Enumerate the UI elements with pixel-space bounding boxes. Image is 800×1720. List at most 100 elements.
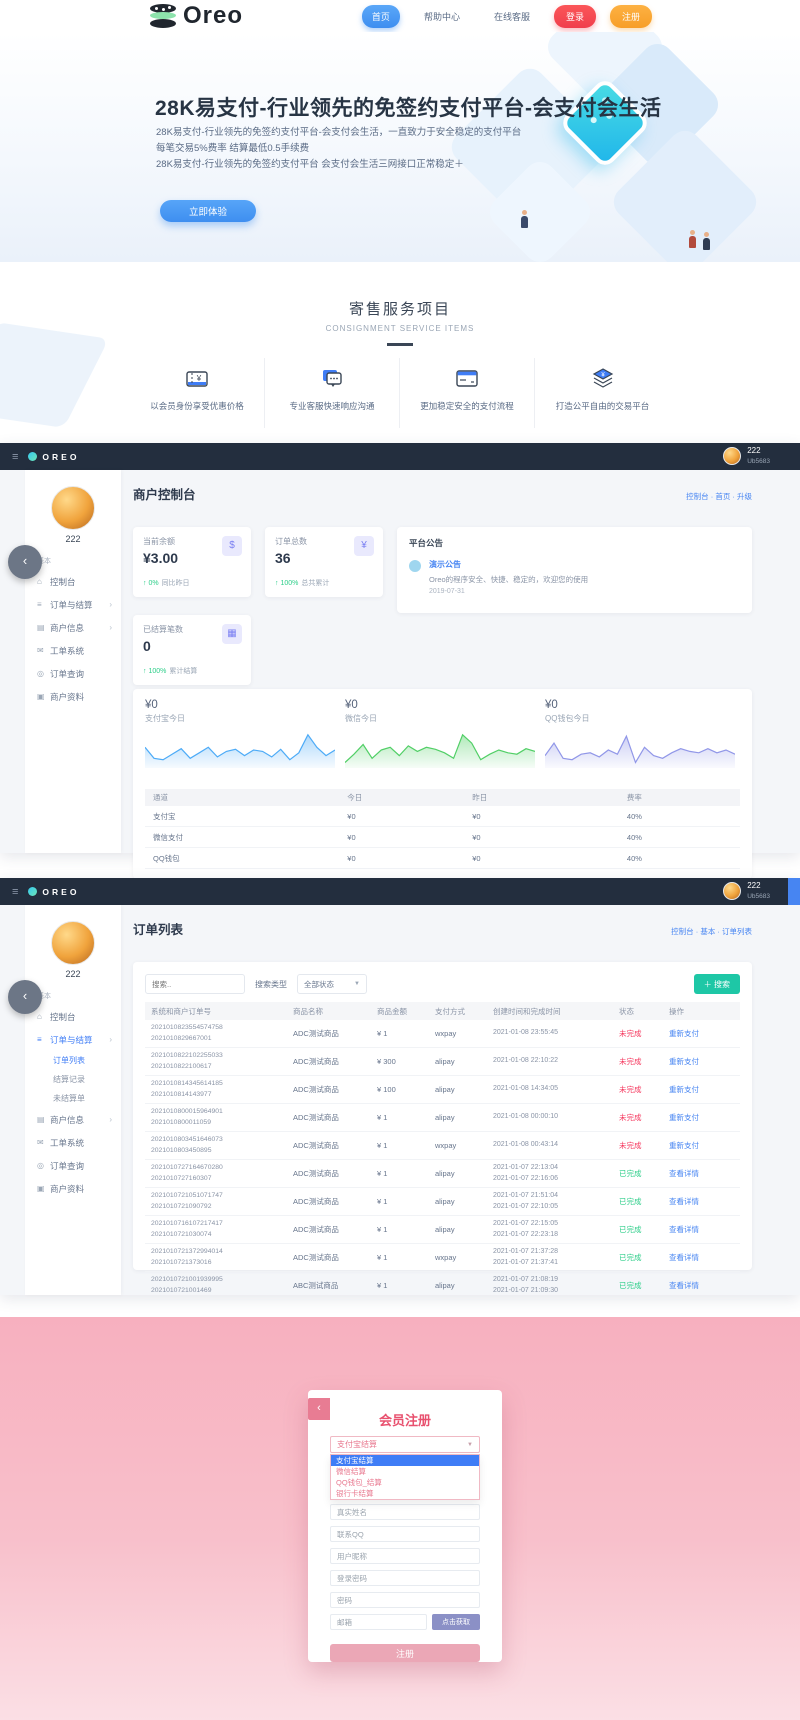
channel-row: 微信支付 ¥0 ¥0 40%	[145, 827, 740, 848]
card-icon	[456, 370, 478, 387]
sparkline-chart	[545, 734, 735, 768]
service-item[interactable]: 更加稳定安全的支付流程	[400, 358, 535, 428]
menu-item-icon: ⌂	[37, 577, 42, 586]
nav-link-在线客服[interactable]: 在线客服	[484, 5, 540, 28]
order-numbers: 2021010721051071747 2021010721090792	[145, 1191, 293, 1211]
register-input-密码[interactable]	[330, 1592, 480, 1608]
sidebar-subitem-结算记录[interactable]: 结算记录	[25, 1070, 121, 1089]
service-item[interactable]: ¥ 以会员身份享受优惠价格	[130, 358, 265, 428]
order-times: 2021-01-08 00:43:14	[493, 1140, 619, 1151]
order-action-link[interactable]: 查看详情	[669, 1252, 729, 1263]
nav-link-帮助中心[interactable]: 帮助中心	[414, 5, 470, 28]
nav-link-首页[interactable]: 首页	[361, 5, 400, 28]
menu-item-label: 订单与结算	[50, 1034, 93, 1045]
order-times: 2021-01-07 21:51:04 2021-01-07 22:10:05	[493, 1191, 619, 1212]
order-action-link[interactable]: 重新支付	[669, 1084, 729, 1095]
settlement-option-支付宝结算[interactable]: 支付宝结算	[331, 1455, 479, 1466]
order-numbers: 2021010716107217417 2021010721030074	[145, 1219, 293, 1239]
sidebar-item-订单与结算[interactable]: ≡ 订单与结算 ›	[25, 1028, 121, 1051]
register-input-联系QQ[interactable]	[330, 1526, 480, 1542]
order-action-link[interactable]: 查看详情	[669, 1168, 729, 1179]
order-amount: ¥ 1	[377, 1225, 388, 1234]
settlement-option-银行卡结算[interactable]: 银行卡结算	[331, 1488, 479, 1499]
sidebar-item-控制台[interactable]: ⌂ 控制台	[25, 1005, 121, 1028]
search-button[interactable]: ＋ 搜索	[693, 974, 740, 994]
menu-item-icon: ✉	[37, 646, 44, 655]
order-action-link[interactable]: 查看详情	[669, 1224, 729, 1235]
order-status: 已完成	[619, 1253, 642, 1262]
sidebar-subitem-未结算单[interactable]: 未结算单	[25, 1089, 121, 1108]
back-button[interactable]: ‹	[308, 1398, 330, 1420]
register-button[interactable]: 注册	[609, 5, 652, 28]
settlement-option-QQ钱包_结算[interactable]: QQ钱包_结算	[331, 1477, 479, 1488]
try-now-button[interactable]: 立即体验	[160, 200, 256, 222]
sidebar-item-工单系统[interactable]: ✉ 工单系统	[25, 639, 121, 662]
sidebar-item-订单与结算[interactable]: ≡ 订单与结算 ›	[25, 593, 121, 616]
trade-no: 2021010727164670280	[151, 1164, 223, 1172]
navbar-user[interactable]: 222 Ub5683	[723, 881, 770, 900]
sidebar-subitem-订单列表[interactable]: 订单列表	[25, 1051, 121, 1070]
channel-col-header: 昨日	[472, 793, 488, 802]
channel-cell: ¥0	[347, 811, 356, 821]
menu-icon[interactable]: ≡	[12, 451, 18, 463]
chart-amount: ¥0	[345, 699, 358, 711]
stat-card-settled: 已结算笔数 0 ▦ ↑ 100% 累计结算	[133, 615, 251, 685]
hero-line: 28K易支付-行业领先的免签约支付平台 会支付会生活三网接口正常稳定＋	[156, 159, 464, 170]
chevron-right-icon: ›	[109, 600, 112, 609]
login-button[interactable]: 登录	[553, 5, 596, 28]
orders-toolbar: 搜索类型 全部状态 ▼ ＋ 搜索	[133, 962, 752, 1002]
sidebar-item-商户信息[interactable]: ▤ 商户信息 ›	[25, 1108, 121, 1131]
settlement-select-value: 支付宝结算	[337, 1440, 377, 1449]
quick-settings-tab[interactable]	[788, 878, 800, 905]
order-action-link[interactable]: 重新支付	[669, 1140, 729, 1151]
order-product: ADC测试商品	[293, 1197, 339, 1206]
order-pay-type: alipay	[435, 1085, 455, 1094]
register-input-用户昵称[interactable]	[330, 1548, 480, 1564]
oreo-cookie-icon	[148, 4, 178, 28]
service-item[interactable]: ¥ 打造公平自由的交易平台	[535, 358, 670, 428]
breadcrumb[interactable]: 控制台 · 基本 · 订单列表	[671, 926, 752, 937]
stat-note: 同比昨日	[161, 580, 190, 587]
menu-item-icon: ▣	[37, 1184, 45, 1193]
register-card: ‹ 会员注册 支付宝结算 ▼ 支付宝结算微信结算QQ钱包_结算银行卡结算 点击获…	[308, 1390, 502, 1662]
status-select[interactable]: 全部状态 ▼	[297, 974, 367, 994]
order-action-link[interactable]: 重新支付	[669, 1056, 729, 1067]
search-input[interactable]	[145, 974, 245, 994]
email-input[interactable]	[330, 1614, 427, 1630]
sidebar-item-工单系统[interactable]: ✉ 工单系统	[25, 1131, 121, 1154]
logo-dot-icon	[28, 452, 38, 461]
sidebar-item-商户资料[interactable]: ▣ 商户资料	[25, 1177, 121, 1200]
chevron-right-icon: ›	[109, 623, 112, 632]
settlement-option-微信结算[interactable]: 微信结算	[331, 1466, 479, 1477]
get-code-button[interactable]: 点击获取	[432, 1614, 480, 1630]
navbar-user[interactable]: 222 Ub5683	[723, 446, 770, 465]
channel-cell: 支付宝	[153, 811, 176, 821]
sidebar-item-订单查询[interactable]: ◎ 订单查询	[25, 662, 121, 685]
order-times: 2021-01-07 21:37:28 2021-01-07 21:37:41	[493, 1247, 619, 1268]
sidebar-collapse-button[interactable]: ‹	[8, 980, 42, 1014]
breadcrumb[interactable]: 控制台 · 首页 · 升级	[686, 491, 752, 502]
person-figure	[688, 230, 696, 248]
brand-logo[interactable]: Oreo	[148, 2, 243, 30]
order-pay-type: wxpay	[435, 1029, 457, 1038]
hero-line: 28K易支付-行业领先的免签约支付平台-会支付会生活，一直致力于安全稳定的支付平…	[156, 127, 522, 138]
menu-item-icon: ≡	[37, 600, 42, 609]
service-item[interactable]: 专业客服快速响应沟通	[265, 358, 400, 428]
settlement-select[interactable]: 支付宝结算 ▼	[330, 1436, 480, 1453]
sidebar-collapse-button[interactable]: ‹	[8, 545, 42, 579]
created-time: 2021-01-08 23:55:45	[493, 1029, 558, 1037]
order-action-link[interactable]: 重新支付	[669, 1112, 729, 1123]
register-input-登录密码[interactable]	[330, 1570, 480, 1586]
order-action-link[interactable]: 查看详情	[669, 1280, 729, 1291]
sidebar-item-控制台[interactable]: ⌂ 控制台	[25, 570, 121, 593]
order-action-link[interactable]: 查看详情	[669, 1196, 729, 1207]
sidebar-item-商户信息[interactable]: ▤ 商户信息 ›	[25, 616, 121, 639]
chat-icon	[323, 370, 342, 387]
order-action-link[interactable]: 重新支付	[669, 1028, 729, 1039]
register-input-真实姓名[interactable]	[330, 1504, 480, 1520]
sidebar-item-订单查询[interactable]: ◎ 订单查询	[25, 1154, 121, 1177]
announcement-link[interactable]: 演示公告	[429, 559, 588, 570]
sidebar-item-商户资料[interactable]: ▣ 商户资料	[25, 685, 121, 708]
submit-register-button[interactable]: 注册	[330, 1644, 480, 1662]
menu-icon[interactable]: ≡	[12, 886, 18, 898]
